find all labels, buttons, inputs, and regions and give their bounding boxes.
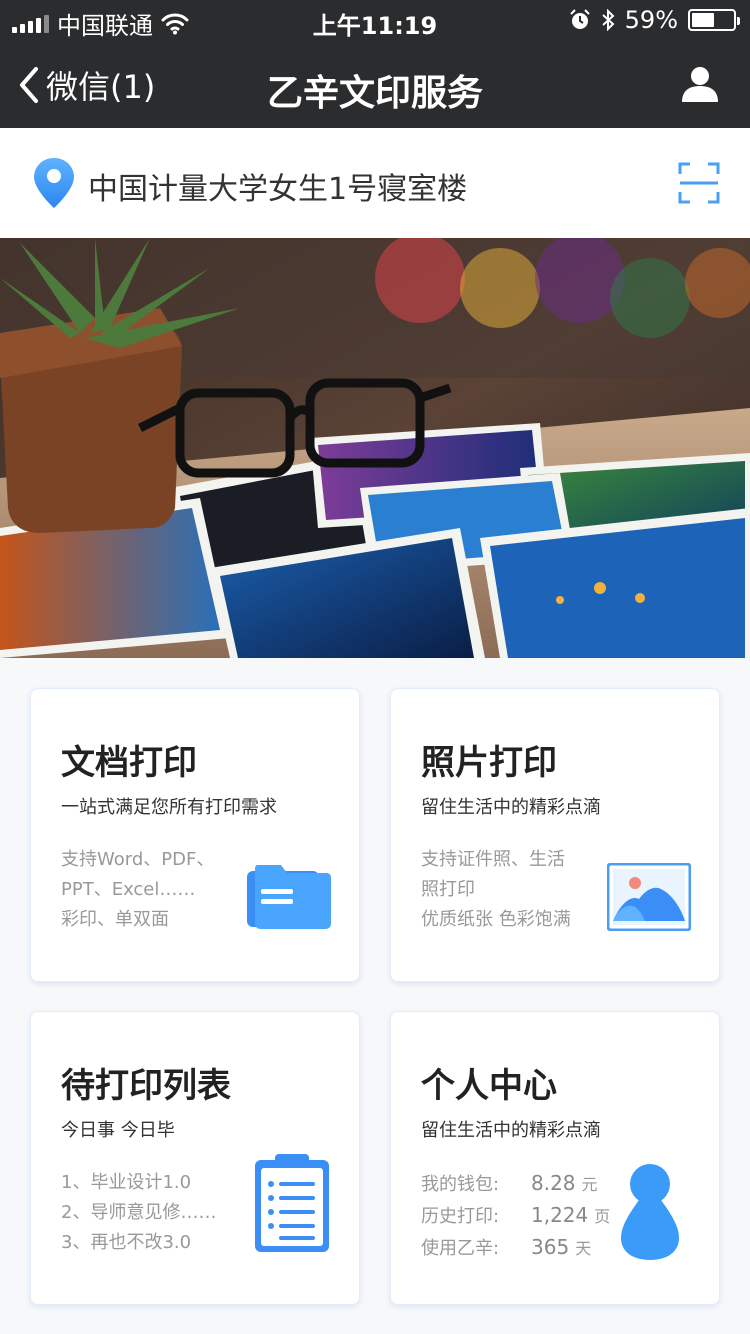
card-line: 1、毕业设计1.0 — [61, 1172, 192, 1193]
card-line: 支持Word、PDF、 — [61, 849, 215, 870]
page-title: 乙辛文印服务 — [266, 73, 483, 114]
card-line: 3、再也不改3.0 — [61, 1232, 192, 1253]
stat-unit: 页 — [594, 1207, 611, 1226]
card-description: 支持证件照、生活 照打印 优质纸张 色彩饱满 — [421, 845, 571, 935]
card-personal-center[interactable]: 个人中心 留住生活中的精彩点滴 我的钱包: 8.28 元 历史打印: 1,224… — [390, 1011, 720, 1305]
stat-value: 365 — [531, 1235, 570, 1259]
bluetooth-icon — [601, 9, 615, 31]
card-title: 个人中心 — [421, 1066, 557, 1106]
card-print-queue[interactable]: 待打印列表 今日事 今日毕 1、毕业设计1.0 2、导师意见修…… 3、再也不改… — [30, 1011, 360, 1305]
card-line: 优质纸张 色彩饱满 — [421, 909, 571, 930]
battery-icon — [688, 9, 740, 31]
stat-label: 我的钱包: — [421, 1174, 500, 1195]
scan-qr-icon[interactable] — [678, 162, 720, 204]
card-line: 照打印 — [421, 879, 475, 900]
card-line: PPT、Excel…… — [61, 879, 196, 900]
card-title: 文档打印 — [61, 743, 197, 783]
clipboard-list-icon — [255, 1154, 329, 1252]
card-line: 2、导师意见修…… — [61, 1202, 217, 1223]
location-pin-icon — [34, 158, 74, 208]
card-photo-print[interactable]: 照片打印 留住生活中的精彩点滴 支持证件照、生活 照打印 优质纸张 色彩饱满 — [390, 688, 720, 982]
card-description: 支持Word、PDF、 PPT、Excel…… 彩印、单双面 — [61, 845, 214, 935]
status-bar: 中国联通 上午11:19 59% — [0, 0, 750, 40]
folder-icon — [247, 865, 331, 929]
card-document-print[interactable]: 文档打印 一站式满足您所有打印需求 支持Word、PDF、 PPT、Excel…… — [30, 688, 360, 982]
nav-bar: 微信(1) 乙辛文印服务 — [0, 48, 750, 128]
stat-label: 使用乙辛: — [421, 1238, 500, 1259]
person-icon — [621, 1164, 679, 1260]
banner-image — [0, 238, 750, 658]
stat-label: 历史打印: — [421, 1206, 500, 1227]
card-subtitle: 一站式满足您所有打印需求 — [61, 797, 277, 818]
card-subtitle: 留住生活中的精彩点滴 — [421, 797, 601, 818]
alarm-icon — [569, 9, 590, 29]
card-description: 1、毕业设计1.0 2、导师意见修…… 3、再也不改3.0 — [61, 1168, 216, 1258]
card-title: 照片打印 — [421, 743, 557, 783]
card-title: 待打印列表 — [61, 1066, 231, 1106]
battery-percent: 59% — [624, 6, 678, 34]
stat-value: 8.28 — [531, 1171, 576, 1195]
card-line: 彩印、单双面 — [61, 909, 169, 930]
stat-wallet: 我的钱包: 8.28 元 — [421, 1168, 610, 1200]
profile-icon[interactable] — [680, 64, 720, 104]
stat-unit: 天 — [575, 1239, 592, 1258]
card-subtitle: 留住生活中的精彩点滴 — [421, 1120, 601, 1141]
location-text: 中国计量大学女生1号寝室楼 — [88, 172, 468, 207]
card-subtitle: 今日事 今日毕 — [61, 1120, 175, 1141]
stat-history: 历史打印: 1,224 页 — [421, 1200, 610, 1232]
card-stats: 我的钱包: 8.28 元 历史打印: 1,224 页 使用乙辛: 365 天 — [421, 1168, 610, 1264]
stat-days: 使用乙辛: 365 天 — [421, 1232, 610, 1264]
card-line: 支持证件照、生活 — [421, 849, 565, 870]
location-bar[interactable]: 中国计量大学女生1号寝室楼 — [0, 128, 750, 238]
top-bar: 中国联通 上午11:19 59% 微信(1) 乙辛文印服务 — [0, 0, 750, 128]
image-icon — [607, 863, 691, 931]
stat-unit: 元 — [581, 1175, 598, 1194]
stat-value: 1,224 — [531, 1203, 589, 1227]
